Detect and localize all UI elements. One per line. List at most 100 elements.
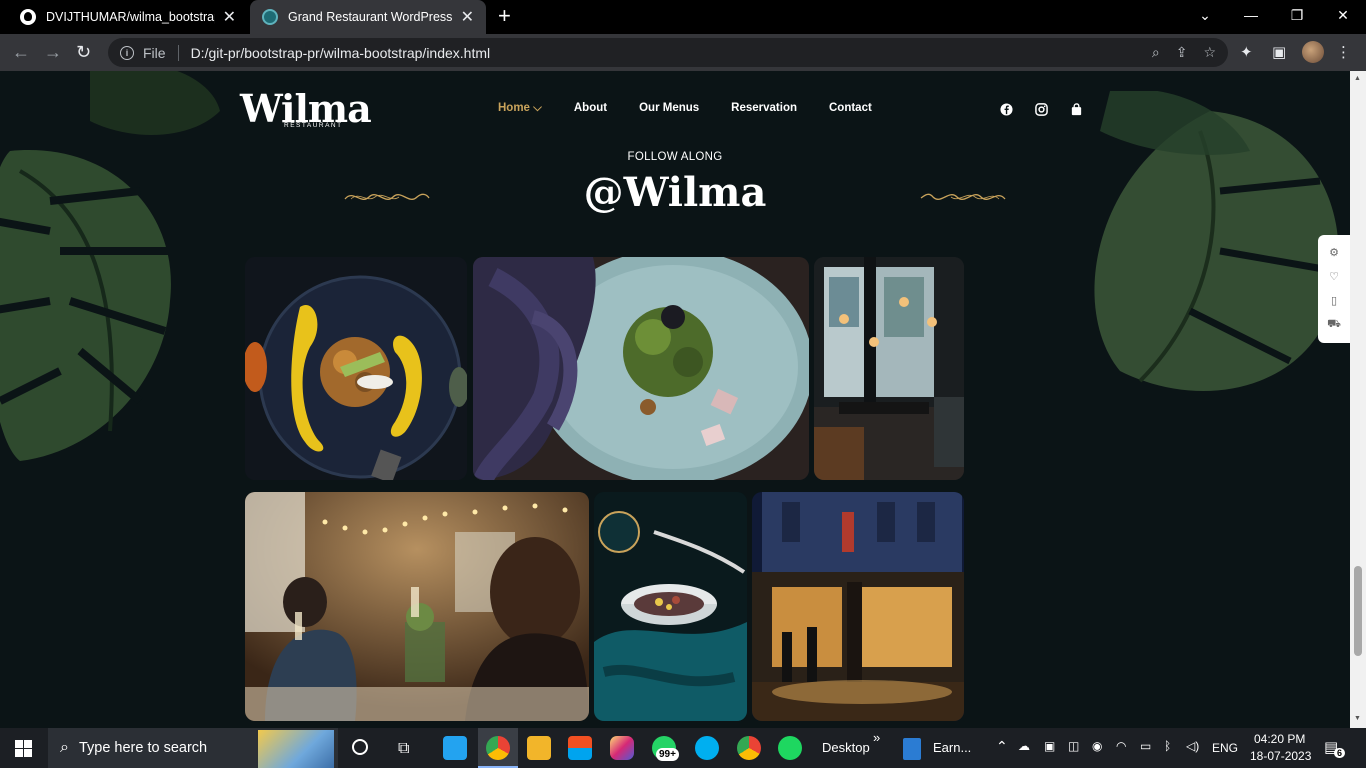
ornament-left-icon: [344, 193, 430, 200]
instagram-handle[interactable]: @Wilma: [0, 169, 1350, 216]
new-tab-button[interactable]: +: [498, 5, 511, 27]
language-indicator[interactable]: ENG: [1212, 741, 1238, 755]
nav-contact[interactable]: Contact: [829, 102, 872, 115]
chrome-profile-icon[interactable]: [737, 736, 761, 760]
vscode-icon[interactable]: [443, 736, 467, 760]
url-text[interactable]: D:/git-pr/bootstrap-pr/wilma-bootstrap/i…: [191, 45, 491, 61]
gallery-image-6[interactable]: [752, 492, 964, 721]
tab-title: DVIJTHUMAR/wilma_bootstrap: [46, 10, 215, 24]
gallery-image-2[interactable]: [473, 257, 809, 480]
profile-avatar[interactable]: [1302, 41, 1324, 63]
instagram-icon[interactable]: [1035, 103, 1048, 116]
scroll-up-icon[interactable]: ▲: [1354, 75, 1361, 82]
tab-title: Grand Restaurant WordPress The: [288, 10, 453, 24]
tab-github[interactable]: DVIJTHUMAR/wilma_bootstrap ✕: [8, 0, 248, 34]
close-tab-icon[interactable]: ✕: [461, 7, 474, 27]
menu-icon[interactable]: ⋮: [1336, 43, 1351, 61]
instagram-app-icon[interactable]: [610, 736, 634, 760]
wifi-icon[interactable]: ◠: [1116, 739, 1126, 753]
search-icon: ⌕: [60, 739, 69, 756]
toolbar-chevron[interactable]: »: [873, 730, 880, 745]
spotify-icon[interactable]: [778, 736, 802, 760]
zoom-icon[interactable]: ⌕: [1152, 44, 1160, 61]
salad-plate-image: [473, 257, 809, 480]
site-favicon-icon: [262, 9, 278, 25]
close-tab-icon[interactable]: ✕: [223, 7, 236, 27]
tab-grand-restaurant[interactable]: Grand Restaurant WordPress The ✕: [250, 0, 486, 34]
close-window-button[interactable]: ✕: [1320, 0, 1366, 30]
page-scrollbar[interactable]: ▲ ▼: [1350, 71, 1366, 728]
floating-side-widget: ⚙ ♡ ▯ ⛟: [1318, 235, 1350, 343]
address-bar[interactable]: i File D:/git-pr/bootstrap-pr/wilma-boot…: [108, 38, 1228, 67]
scroll-down-icon[interactable]: ▼: [1354, 715, 1361, 722]
nav-reservation[interactable]: Reservation: [731, 102, 797, 115]
extensions-icon[interactable]: ✦: [1240, 43, 1253, 61]
onedrive-icon[interactable]: ☁: [1018, 739, 1030, 753]
file-explorer-icon[interactable]: [527, 736, 551, 760]
task-view-icon[interactable]: ⧉: [398, 740, 409, 758]
windows-taskbar: ⌕ Type here to search ⧉ 99+ Desktop » Ea…: [0, 728, 1366, 768]
reload-icon[interactable]: ↻: [76, 42, 91, 62]
scroll-thumb[interactable]: [1354, 566, 1362, 656]
desktop-toolbar[interactable]: Desktop: [822, 740, 870, 755]
gallery-image-1[interactable]: [245, 257, 467, 480]
gallery-image-5[interactable]: [594, 492, 747, 721]
vpn-icon[interactable]: ◉: [1092, 739, 1102, 753]
nav-about[interactable]: About: [574, 102, 607, 115]
site-header: Wilma RESTAURANT Home ⌵ About Our Menus …: [240, 89, 1090, 133]
whatsapp-badge: 99+: [656, 748, 679, 761]
tab-search-icon[interactable]: ⌄: [1182, 0, 1228, 30]
windows-start-icon[interactable]: [15, 740, 32, 757]
gear-icon[interactable]: ⚙: [1329, 246, 1339, 259]
side-panel-icon[interactable]: ▣: [1272, 43, 1286, 61]
document-app-icon[interactable]: [903, 738, 921, 760]
restaurant-window-image: [814, 257, 964, 480]
bag-icon[interactable]: [1070, 103, 1083, 116]
social-links: [1000, 103, 1083, 116]
bookmark-star-icon[interactable]: ☆: [1203, 44, 1216, 61]
nav-home[interactable]: Home ⌵: [498, 102, 542, 115]
bluetooth-icon[interactable]: ᛒ: [1164, 739, 1171, 753]
scheme-label: File: [143, 44, 166, 61]
monstera-leaf-right: [1094, 91, 1339, 391]
camera-icon[interactable]: ◫: [1068, 739, 1079, 753]
logo-subtitle: RESTAURANT: [284, 122, 343, 129]
cart-icon[interactable]: ⛟: [1327, 318, 1341, 332]
taskbar-search[interactable]: ⌕ Type here to search: [48, 728, 338, 768]
facebook-icon[interactable]: [1000, 103, 1013, 116]
nav-our-menus[interactable]: Our Menus: [639, 102, 699, 115]
main-nav: Home ⌵ About Our Menus Reservation Conta…: [498, 102, 872, 115]
chrome-active-taskbar[interactable]: [478, 728, 518, 768]
skype-icon[interactable]: [695, 736, 719, 760]
book-icon[interactable]: ▯: [1331, 294, 1337, 307]
microsoft-store-icon[interactable]: [568, 736, 592, 760]
cortana-icon[interactable]: [352, 739, 368, 755]
info-icon[interactable]: i: [120, 45, 134, 60]
share-icon[interactable]: ⇪: [1176, 44, 1188, 61]
bowl-image: [594, 492, 747, 721]
gallery-image-4[interactable]: [245, 492, 589, 721]
search-highlight-image: [258, 730, 334, 768]
plated-dish-image: [245, 257, 467, 480]
display-icon[interactable]: ▣: [1044, 739, 1055, 753]
earn-app-label[interactable]: Earn...: [933, 740, 971, 755]
page-viewport: Wilma RESTAURANT Home ⌵ About Our Menus …: [0, 71, 1350, 728]
divider: [177, 44, 179, 61]
forward-icon[interactable]: →: [44, 42, 62, 62]
heart-icon[interactable]: ♡: [1329, 270, 1339, 283]
follow-along-label: FOLLOW ALONG: [627, 151, 723, 163]
clock-time[interactable]: 04:20 PM: [1254, 732, 1305, 746]
gallery-image-3[interactable]: [814, 257, 964, 480]
clock-date[interactable]: 18-07-2023: [1250, 749, 1311, 763]
github-icon: [20, 9, 36, 25]
browser-toolbar: ← → ↻ i File D:/git-pr/bootstrap-pr/wilm…: [0, 34, 1366, 71]
volume-icon[interactable]: ◁): [1186, 739, 1199, 753]
battery-icon[interactable]: ▭: [1140, 739, 1151, 753]
minimize-button[interactable]: —: [1228, 0, 1274, 30]
restore-button[interactable]: ❐: [1274, 0, 1320, 30]
tray-overflow-icon[interactable]: ⌃: [996, 738, 1008, 755]
notification-count: 6: [1334, 748, 1346, 758]
back-icon[interactable]: ←: [12, 42, 30, 62]
dining-hall-image: [245, 492, 589, 721]
search-placeholder: Type here to search: [78, 740, 208, 756]
